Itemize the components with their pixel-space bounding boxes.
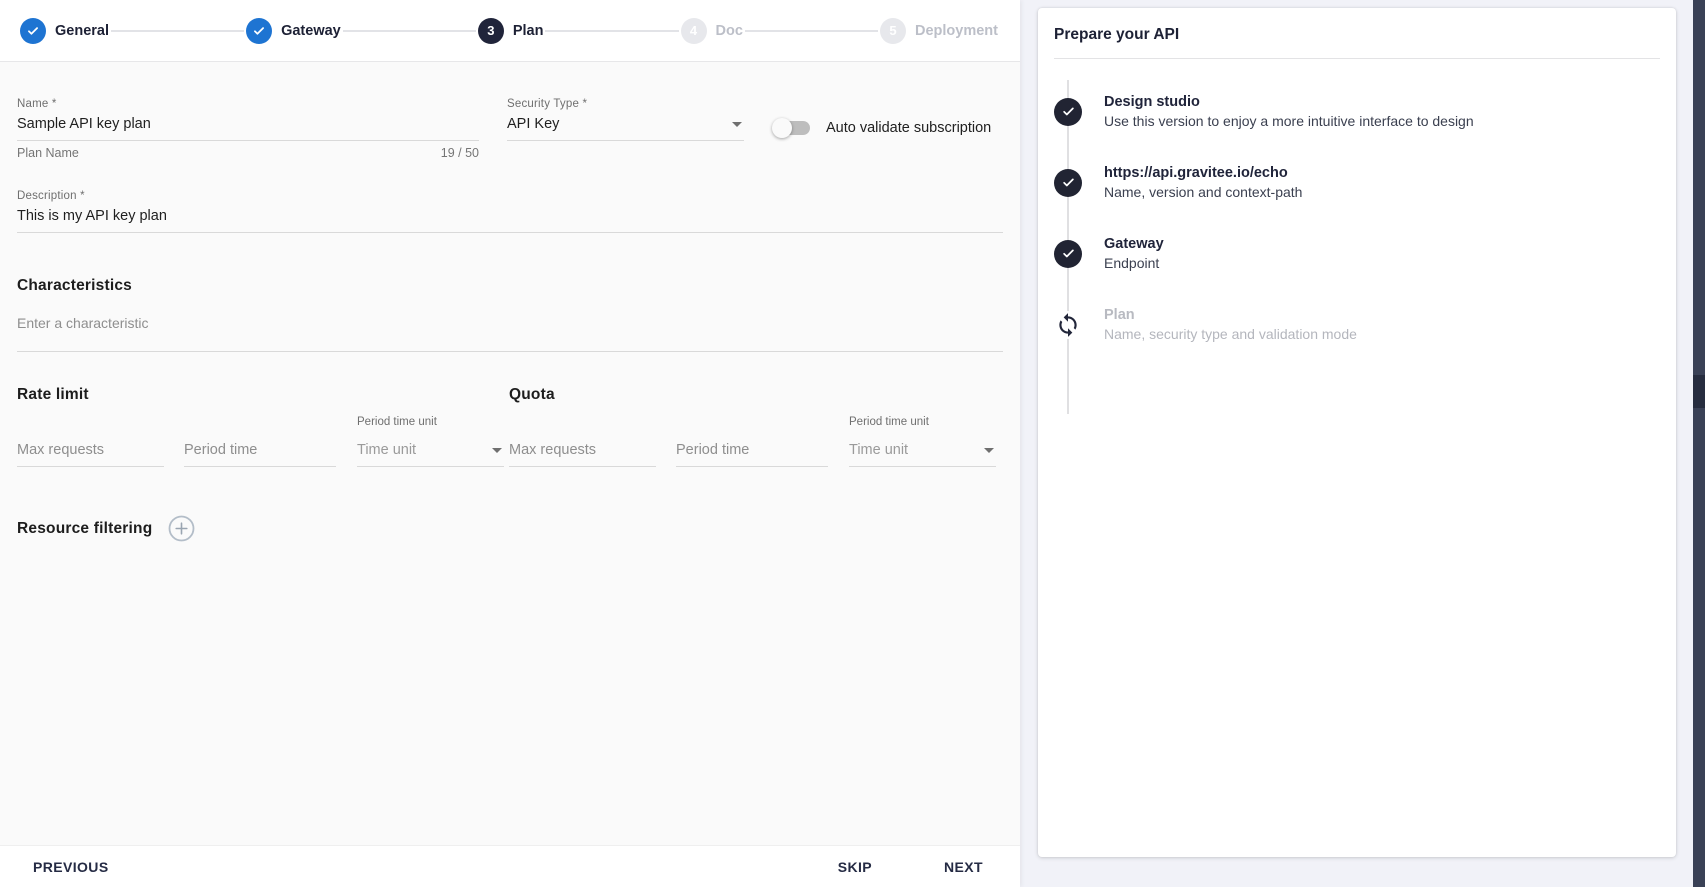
- security-type-label: Security Type *: [507, 98, 744, 110]
- add-resource-filter-button[interactable]: [168, 515, 195, 542]
- page-scrollbar-thumb[interactable]: [1693, 375, 1705, 408]
- name-field-label: Name *: [17, 98, 479, 110]
- check-circle-icon: [1054, 240, 1082, 268]
- stepper-step-gateway[interactable]: Gateway: [246, 18, 341, 44]
- auto-validate-toggle[interactable]: [774, 121, 810, 135]
- resource-filtering-section: Resource filtering: [17, 515, 1003, 542]
- quota-time-unit-select[interactable]: Time unit: [849, 436, 996, 467]
- characteristic-input[interactable]: [17, 309, 1003, 352]
- security-type-field-group: Security Type * API Key: [507, 98, 744, 141]
- rate-limit-time-unit-value: Time unit: [357, 442, 416, 458]
- next-button[interactable]: NEXT: [944, 859, 983, 875]
- stepper-step-plan[interactable]: 3 Plan: [478, 18, 544, 44]
- previous-button[interactable]: PREVIOUS: [33, 859, 109, 875]
- step-label-deployment: Deployment: [915, 23, 998, 39]
- stepper-step-deployment[interactable]: 5 Deployment: [880, 18, 998, 44]
- panel-title: Prepare your API: [1054, 18, 1660, 58]
- auto-validate-label: Auto validate subscription: [826, 120, 991, 136]
- rate-limit-max-requests-input[interactable]: [17, 436, 164, 467]
- progress-item-description: Name, security type and validation mode: [1104, 326, 1357, 342]
- progress-item-context-path: https://api.gravitee.io/echo Name, versi…: [1054, 165, 1660, 200]
- security-type-select[interactable]: API Key: [507, 110, 744, 141]
- description-input[interactable]: [17, 202, 1003, 233]
- wizard-footer: PREVIOUS SKIP NEXT: [0, 845, 1020, 887]
- step-done-check-icon: [246, 18, 272, 44]
- characteristics-section: Characteristics: [17, 277, 1003, 352]
- stepper-connector: [343, 30, 476, 32]
- step-done-check-icon: [20, 18, 46, 44]
- rate-limit-time-unit-select[interactable]: Time unit: [357, 436, 504, 467]
- plus-icon: [177, 523, 188, 534]
- progress-item-title: Design studio: [1104, 94, 1474, 110]
- prepare-api-panel: Prepare your API Design studio Use this …: [1038, 8, 1676, 857]
- caret-down-icon: [492, 448, 502, 453]
- progress-item-gateway: Gateway Endpoint: [1054, 236, 1660, 271]
- step-number-badge: 3: [478, 18, 504, 44]
- quota-heading: Quota: [509, 386, 996, 404]
- plan-form: Name * Plan Name 19 / 50 Security Type *…: [0, 62, 1020, 845]
- check-circle-icon: [1054, 169, 1082, 197]
- auto-validate-toggle-group: Auto validate subscription: [774, 120, 991, 136]
- rate-limit-section: Rate limit Period time unit Time unit: [17, 386, 504, 467]
- progress-item-plan: Plan Name, security type and validation …: [1054, 307, 1660, 342]
- step-label-plan: Plan: [513, 23, 544, 39]
- progress-item-description: Use this version to enjoy a more intuiti…: [1104, 113, 1474, 129]
- stepper-step-doc[interactable]: 4 Doc: [681, 18, 743, 44]
- name-input[interactable]: [17, 110, 479, 141]
- name-char-counter: 19 / 50: [441, 146, 479, 160]
- caret-down-icon: [984, 448, 994, 453]
- stepper-connector: [545, 30, 678, 32]
- quota-section: Quota Period time unit Time unit: [509, 386, 996, 467]
- stepper-connector: [745, 30, 878, 32]
- panel-divider: [1054, 58, 1660, 59]
- stepper-step-general[interactable]: General: [20, 18, 109, 44]
- progress-item-title: https://api.gravitee.io/echo: [1104, 165, 1302, 181]
- rate-limit-time-unit-label: Period time unit: [357, 416, 504, 428]
- step-number-badge: 4: [681, 18, 707, 44]
- step-label-doc: Doc: [716, 23, 743, 39]
- characteristics-heading: Characteristics: [17, 277, 1003, 295]
- step-label-general: General: [55, 23, 109, 39]
- progress-item-description: Endpoint: [1104, 255, 1164, 271]
- security-type-value: API Key: [507, 116, 559, 132]
- quota-time-unit-value: Time unit: [849, 442, 908, 458]
- stepper-connector: [111, 30, 244, 32]
- wizard-stepper: General Gateway 3 Plan 4 Doc 5 Deploymen…: [0, 0, 1020, 62]
- step-number-badge: 5: [880, 18, 906, 44]
- caret-down-icon: [732, 122, 742, 127]
- plan-wizard-card: General Gateway 3 Plan 4 Doc 5 Deploymen…: [0, 0, 1020, 887]
- progress-item-design-studio: Design studio Use this version to enjoy …: [1054, 94, 1660, 129]
- description-label: Description *: [17, 190, 1003, 202]
- toggle-thumb: [772, 118, 792, 138]
- progress-item-title: Gateway: [1104, 236, 1164, 252]
- rate-limit-heading: Rate limit: [17, 386, 504, 404]
- step-label-gateway: Gateway: [281, 23, 341, 39]
- skip-button[interactable]: SKIP: [838, 859, 872, 875]
- plan-name-field-group: Name * Plan Name 19 / 50: [17, 98, 479, 160]
- quota-max-requests-input[interactable]: [509, 436, 656, 467]
- resource-filtering-heading: Resource filtering: [17, 520, 152, 538]
- progress-item-title: Plan: [1104, 307, 1357, 323]
- progress-item-description: Name, version and context-path: [1104, 184, 1302, 200]
- rate-limit-period-time-input[interactable]: [184, 436, 336, 467]
- page-scrollbar-track[interactable]: [1693, 0, 1705, 887]
- quota-time-unit-label: Period time unit: [849, 416, 996, 428]
- panel-progress-list: Design studio Use this version to enjoy …: [1054, 94, 1660, 342]
- quota-period-time-input[interactable]: [676, 436, 828, 467]
- sync-icon: [1054, 311, 1082, 339]
- name-hint: Plan Name: [17, 146, 79, 160]
- description-field-group: Description *: [17, 190, 1003, 233]
- check-circle-icon: [1054, 98, 1082, 126]
